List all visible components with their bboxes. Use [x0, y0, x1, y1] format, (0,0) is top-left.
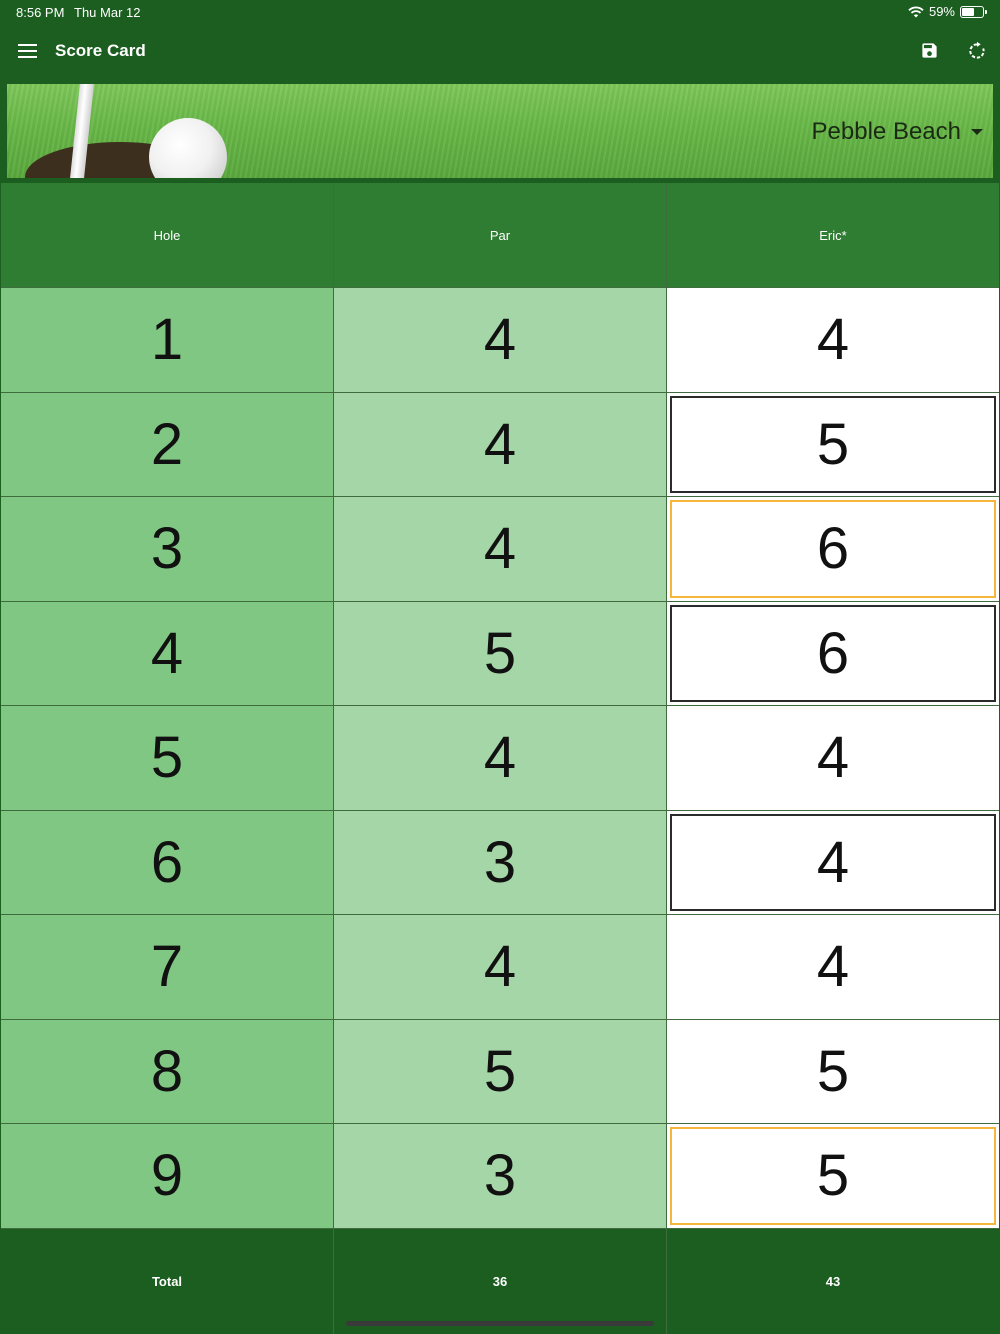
total-label: Total	[1, 1228, 334, 1334]
status-date: Thu Mar 12	[74, 5, 141, 20]
table-row: 634	[1, 810, 999, 915]
battery-fill	[962, 7, 974, 16]
score-cell[interactable]: 6	[667, 601, 999, 706]
double-bogey-marker	[670, 1127, 996, 1225]
score-cell[interactable]: 5	[667, 1019, 999, 1124]
hole-number: 6	[1, 810, 334, 915]
par-value: 4	[334, 288, 667, 393]
header-hole: Hole	[1, 183, 334, 288]
hole-number: 3	[1, 497, 334, 602]
table-row: 245	[1, 392, 999, 497]
par-value: 4	[334, 497, 667, 602]
status-right: 59%	[908, 4, 987, 19]
wifi-icon	[908, 6, 924, 17]
course-dropdown[interactable]: Pebble Beach	[812, 118, 983, 146]
header-player[interactable]: Eric*	[667, 183, 999, 288]
hole-number: 5	[1, 706, 334, 811]
battery-percent: 59%	[928, 4, 955, 19]
total-par: 36	[334, 1228, 667, 1334]
par-value: 3	[334, 1124, 667, 1229]
score-cell[interactable]: 6	[667, 497, 999, 602]
score-cell[interactable]: 5	[667, 1124, 999, 1229]
bogey-marker	[670, 395, 996, 493]
hole-number: 1	[1, 288, 334, 393]
table-header: Hole Par Eric*	[1, 183, 999, 288]
bogey-marker	[670, 813, 996, 911]
table-row: 935	[1, 1124, 999, 1229]
table-row: 855	[1, 1019, 999, 1124]
header-par: Par	[334, 183, 667, 288]
chevron-down-icon	[971, 129, 983, 135]
home-indicator	[346, 1321, 654, 1326]
score-cell[interactable]: 4	[667, 915, 999, 1020]
table-row: 744	[1, 915, 999, 1020]
course-name: Pebble Beach	[811, 118, 961, 145]
page-title: Score Card	[55, 41, 146, 60]
total-row: Total 36 43	[1, 1228, 999, 1334]
par-value: 5	[334, 601, 667, 706]
table-row: 544	[1, 706, 999, 811]
table-row: 456	[1, 601, 999, 706]
par-value: 4	[334, 392, 667, 497]
score-table: Hole Par Eric* 1442453464565446347448559…	[1, 183, 999, 1334]
status-bar: 8:56 PM Thu Mar 12 59%	[0, 0, 1000, 26]
par-value: 4	[334, 706, 667, 811]
hole-number: 9	[1, 1124, 334, 1229]
par-value: 3	[334, 810, 667, 915]
table-row: 346	[1, 497, 999, 602]
table-row: 144	[1, 288, 999, 393]
course-banner: Pebble Beach	[7, 84, 993, 178]
status-time: 8:56 PM	[16, 5, 65, 20]
par-value: 4	[334, 915, 667, 1020]
hole-number: 8	[1, 1019, 334, 1124]
score-cell[interactable]: 4	[667, 810, 999, 915]
refresh-icon[interactable]	[967, 41, 987, 61]
bogey-marker	[670, 604, 996, 702]
total-score: 43	[667, 1228, 999, 1334]
score-cell[interactable]: 5	[667, 392, 999, 497]
hole-number: 2	[1, 392, 334, 497]
battery-icon	[960, 5, 987, 18]
score-cell[interactable]: 4	[667, 706, 999, 811]
hole-number: 4	[1, 601, 334, 706]
menu-icon[interactable]	[18, 43, 37, 59]
par-value: 5	[334, 1019, 667, 1124]
app-bar: Score Card	[0, 26, 1000, 78]
score-cell[interactable]: 4	[667, 288, 999, 393]
double-bogey-marker	[670, 500, 996, 598]
save-icon[interactable]	[920, 41, 939, 60]
hole-number: 7	[1, 915, 334, 1020]
